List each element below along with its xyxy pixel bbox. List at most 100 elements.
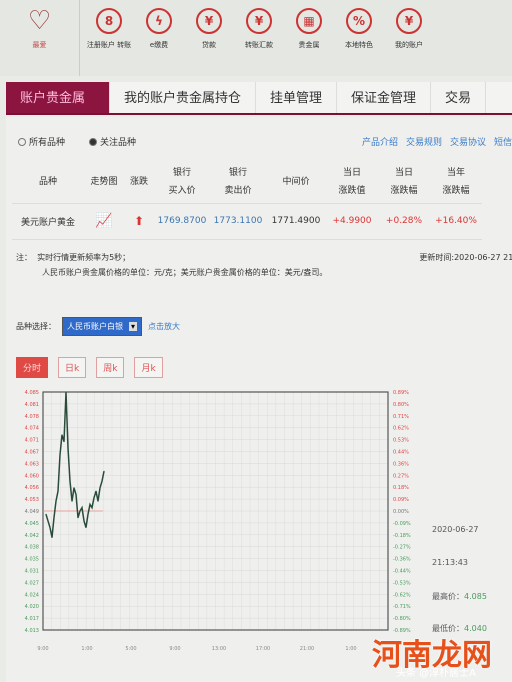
pct-tick-label: -0.36% bbox=[393, 557, 411, 563]
y-tick-label: 4.085 bbox=[25, 390, 39, 396]
watermark-sub: 头条 @淳朴居士A bbox=[396, 668, 477, 679]
y-tick-label: 4.038 bbox=[25, 545, 39, 551]
pct-tick-label: 0.80% bbox=[393, 402, 409, 408]
pct-tick-label: -0.71% bbox=[393, 604, 411, 610]
tab-bar: 账户贵金属 我的账户贵金属持仓 挂单管理 保证金管理 交易 bbox=[6, 82, 512, 115]
price-point bbox=[91, 507, 93, 509]
btn-weekly-k[interactable]: 周k bbox=[96, 357, 125, 378]
pct-tick-label: 0.36% bbox=[393, 461, 409, 467]
radio-dot bbox=[89, 137, 98, 146]
transfer-icon: ¥ bbox=[246, 8, 272, 34]
tab[interactable]: 挂单管理 bbox=[256, 82, 338, 113]
nav-label: 转账汇款 bbox=[245, 41, 273, 49]
cell-name[interactable]: 美元账户黄金 bbox=[12, 203, 84, 240]
price-point bbox=[85, 526, 87, 529]
tab[interactable]: 账户贵金属 bbox=[6, 82, 110, 113]
nav-item[interactable]: ♡ 最爱 bbox=[0, 0, 80, 76]
price-point bbox=[49, 526, 51, 529]
cell-ask[interactable]: 1773.1100 bbox=[210, 203, 266, 240]
tab[interactable]: 我的账户贵金属持仓 bbox=[110, 82, 257, 113]
x-tick-label: 17:00 bbox=[256, 646, 270, 652]
variety-select[interactable]: 人民币账户白银 ▾ bbox=[62, 317, 143, 336]
pct-tick-label: 0.00% bbox=[393, 509, 409, 515]
price-point bbox=[47, 520, 49, 522]
pct-tick-label: -0.62% bbox=[393, 592, 411, 598]
nav-label: 本地特色 bbox=[345, 41, 373, 49]
pct-tick-label: -0.44% bbox=[393, 569, 411, 575]
info-high: 最高价：4.085 bbox=[432, 591, 487, 602]
price-point bbox=[69, 480, 71, 482]
account-icon: 8 bbox=[96, 8, 122, 34]
notes-prefix: 注： bbox=[16, 253, 32, 262]
y-tick-label: 4.017 bbox=[25, 616, 39, 622]
column-header: 银行 卖出价 bbox=[210, 161, 266, 204]
nav-item[interactable]: 8 注册账户 转账 bbox=[84, 0, 134, 76]
nav-item[interactable]: ¥ 贷款 bbox=[184, 0, 234, 76]
selector-label: 品种选择： bbox=[16, 322, 56, 331]
cell-change-pct: +0.28% bbox=[378, 203, 430, 240]
nav-label: 注册账户 转账 bbox=[86, 41, 132, 49]
y-tick-label: 4.078 bbox=[25, 414, 39, 420]
y-tick-label: 4.081 bbox=[25, 402, 39, 408]
link-agreement[interactable]: 交易协议 bbox=[450, 135, 486, 148]
y-tick-label: 4.035 bbox=[25, 557, 39, 563]
pct-tick-label: -0.27% bbox=[393, 545, 411, 551]
price-point bbox=[83, 520, 85, 522]
link-product[interactable]: 产品介绍 bbox=[362, 135, 398, 148]
link-rules[interactable]: 交易规则 bbox=[406, 135, 442, 148]
price-point bbox=[73, 487, 75, 489]
btn-intraday[interactable]: 分时 bbox=[16, 357, 49, 378]
x-tick-label: 9:00 bbox=[37, 646, 48, 652]
top-nav: ♡ 最爱 8 注册账户 转账 ϟ e缴费 ¥ 贷款 ¥ 转账汇款 ▦ 贵金属% 本地特色 ¥ 我的账户 bbox=[0, 0, 512, 76]
y-tick-label: 4.024 bbox=[25, 592, 39, 598]
notes-line1: 实时行情更新频率为5秒； bbox=[37, 253, 131, 262]
high-value: 4.085 bbox=[464, 592, 487, 601]
cell-mid: 1771.4900 bbox=[266, 203, 326, 240]
price-point bbox=[71, 500, 73, 502]
cell-year-pct: +16.40% bbox=[430, 203, 482, 240]
radio-followed[interactable]: 关注品种 bbox=[89, 135, 136, 148]
pct-tick-label: 0.62% bbox=[393, 426, 409, 432]
btn-daily-k[interactable]: 日k bbox=[58, 357, 87, 378]
cell-bid[interactable]: 1769.8700 bbox=[154, 203, 210, 240]
price-point bbox=[101, 480, 103, 482]
nav-item[interactable]: ϟ e缴费 bbox=[134, 0, 184, 76]
price-point bbox=[55, 500, 57, 502]
price-point bbox=[89, 503, 91, 505]
zoom-link[interactable]: 点击放大 bbox=[148, 321, 180, 332]
nav-item[interactable]: ¥ 转账汇款 bbox=[234, 0, 284, 76]
tab[interactable]: 保证金管理 bbox=[337, 82, 432, 113]
trend-chart-icon[interactable]: 📈 bbox=[84, 203, 124, 240]
nav-item[interactable]: ¥ 我的账户 bbox=[384, 0, 434, 76]
y-tick-label: 4.074 bbox=[25, 426, 39, 432]
tab[interactable]: 交易 bbox=[431, 82, 487, 113]
pct-tick-label: 0.18% bbox=[393, 485, 409, 491]
column-header: 当年 涨跌幅 bbox=[430, 161, 482, 204]
pct-tick-label: 0.27% bbox=[393, 473, 409, 479]
price-point bbox=[99, 487, 101, 489]
select-value: 人民币账户白银 bbox=[67, 322, 123, 331]
y-tick-label: 4.049 bbox=[25, 509, 39, 515]
nav-item[interactable]: ▦ 贵金属 bbox=[284, 0, 334, 76]
heart-icon: ♡ bbox=[27, 6, 52, 36]
column-header: 银行 买入价 bbox=[154, 161, 210, 204]
price-line bbox=[45, 391, 105, 538]
link-sms[interactable]: 短信 bbox=[494, 135, 512, 148]
btn-monthly-k[interactable]: 月k bbox=[134, 357, 163, 378]
y-tick-label: 4.053 bbox=[25, 497, 39, 503]
nav-label: 贷款 bbox=[202, 41, 216, 49]
y-tick-label: 4.063 bbox=[25, 461, 39, 467]
price-point bbox=[81, 507, 83, 509]
account-yen-icon: ¥ bbox=[396, 8, 422, 34]
nav-item[interactable]: % 本地特色 bbox=[334, 0, 384, 76]
price-point bbox=[93, 497, 95, 499]
radio-label: 关注品种 bbox=[100, 138, 137, 148]
x-tick-label: 9:00 bbox=[169, 646, 180, 652]
price-point bbox=[95, 490, 97, 492]
price-point bbox=[57, 490, 59, 492]
price-point bbox=[61, 434, 63, 436]
radio-all[interactable]: 所有品种 bbox=[18, 135, 65, 148]
y-tick-label: 4.031 bbox=[25, 569, 39, 575]
y-tick-label: 4.045 bbox=[25, 521, 39, 527]
table-row[interactable]: 美元账户黄金 📈 ⬆ 1769.8700 1773.1100 1771.4900… bbox=[12, 203, 482, 240]
